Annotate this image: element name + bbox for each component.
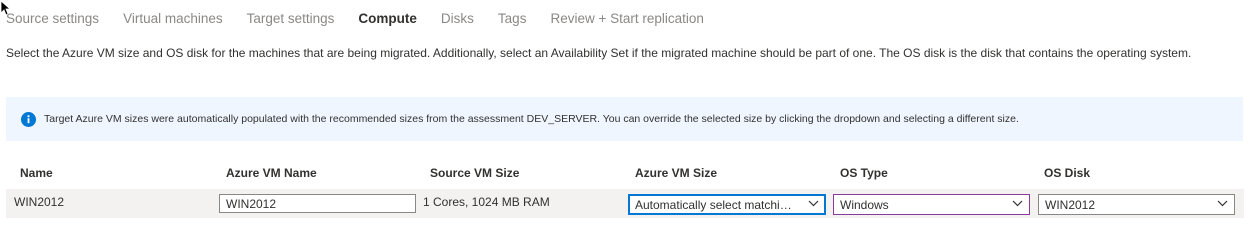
tab-tags[interactable]: Tags [498, 0, 527, 38]
chevron-down-icon [808, 200, 819, 207]
tab-target-settings[interactable]: Target settings [247, 0, 335, 38]
table-header: Name Azure VM Name Source VM Size Azure … [0, 166, 1250, 182]
tab-source-settings[interactable]: Source settings [6, 0, 99, 38]
wizard-tabs: Source settings Virtual machines Target … [6, 0, 728, 38]
column-header-os-type: OS Type [840, 166, 888, 180]
vm-name-cell: WIN2012 [14, 195, 65, 209]
column-header-name: Name [20, 166, 53, 180]
os-disk-value: WIN2012 [1045, 198, 1096, 212]
os-type-value: Windows [840, 198, 889, 212]
column-header-azure-vm-size: Azure VM Size [635, 166, 718, 180]
info-banner: Target Azure VM sizes were automatically… [6, 97, 1243, 141]
info-icon [21, 111, 36, 127]
source-vm-size-cell: 1 Cores, 1024 MB RAM [423, 195, 550, 209]
chevron-down-icon [1217, 200, 1228, 207]
os-type-dropdown[interactable]: Windows [833, 194, 1030, 215]
tab-virtual-machines[interactable]: Virtual machines [123, 0, 223, 38]
azure-vm-size-value: Automatically select matching configurat… [635, 198, 795, 212]
compute-description: Select the Azure VM size and OS disk for… [6, 46, 1192, 60]
tab-compute[interactable]: Compute [358, 0, 417, 38]
column-header-source-vm-size: Source VM Size [430, 166, 520, 180]
column-header-azure-vm-name: Azure VM Name [226, 166, 317, 180]
chevron-down-icon [1012, 200, 1023, 207]
column-header-os-disk: OS Disk [1044, 166, 1091, 180]
table-row: WIN2012 1 Cores, 1024 MB RAM Automatical… [6, 189, 1244, 218]
azure-vm-name-input[interactable] [219, 194, 416, 213]
azure-vm-size-dropdown[interactable]: Automatically select matching configurat… [628, 194, 826, 215]
tab-review-start-replication[interactable]: Review + Start replication [550, 0, 703, 38]
info-banner-text: Target Azure VM sizes were automatically… [44, 113, 1019, 125]
tab-disks[interactable]: Disks [441, 0, 474, 38]
os-disk-dropdown[interactable]: WIN2012 [1038, 194, 1235, 215]
